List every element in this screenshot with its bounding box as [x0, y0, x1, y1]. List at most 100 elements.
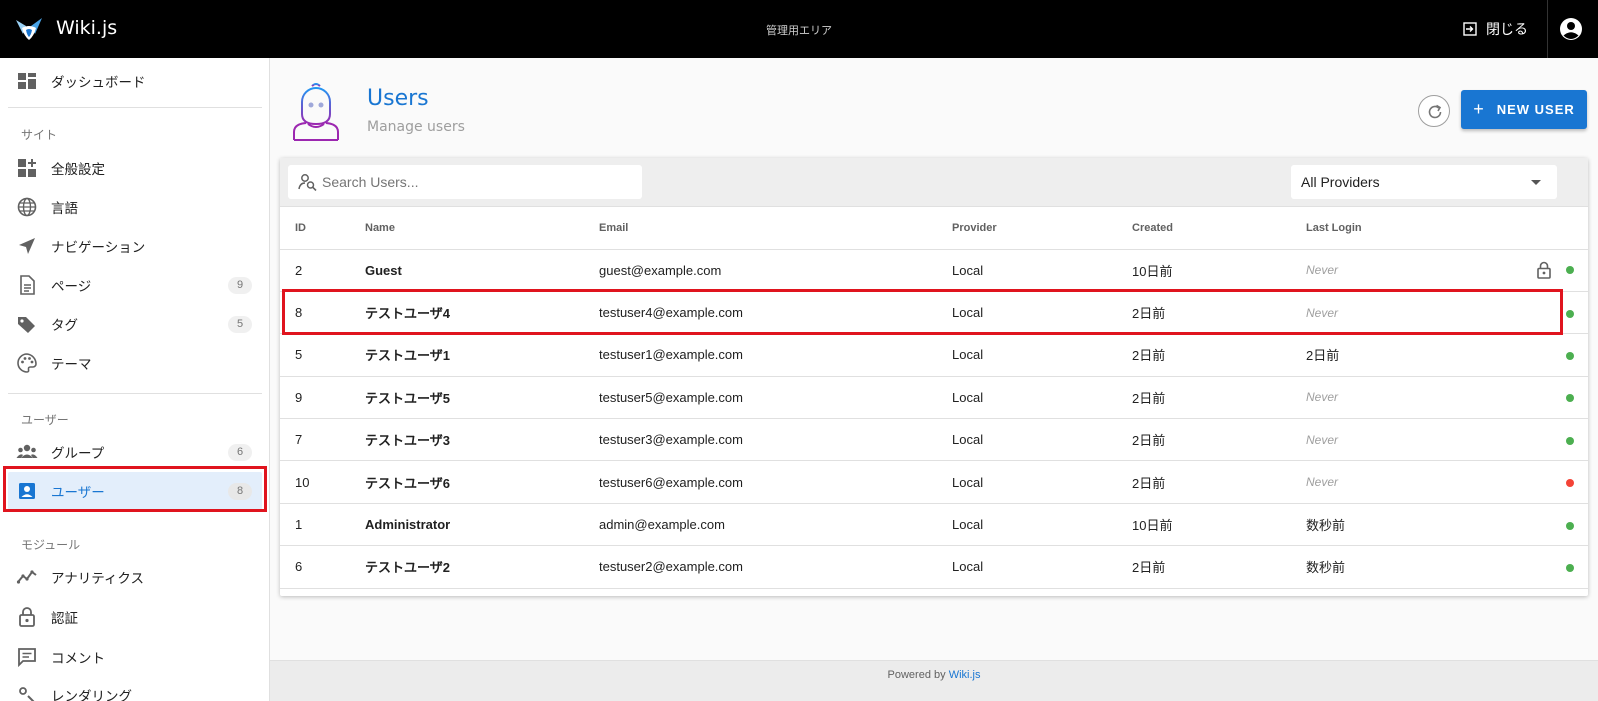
sidebar-item-dashboard[interactable]: ダッシュボード: [8, 62, 262, 100]
search-input[interactable]: [322, 165, 632, 199]
column-header-created[interactable]: Created: [1132, 207, 1306, 250]
user-email-cell: testuser3@example.com: [599, 418, 952, 462]
page-subtitle: Manage users: [367, 119, 465, 135]
user-last-login-cell: 数秒前: [1306, 503, 1506, 547]
user-provider-cell: Local: [952, 249, 1132, 292]
sidebar-item-comments[interactable]: コメント: [8, 638, 262, 676]
admin-sidebar: ダッシュボード サイト 全般設定 言語 ナビゲーション ページ 9 タグ 5 テ…: [0, 58, 270, 701]
user-created-cell: 2日前: [1132, 545, 1306, 589]
user-created-cell: 2日前: [1132, 460, 1306, 504]
user-id-cell: 1: [280, 503, 365, 547]
active-status-dot: [1566, 563, 1574, 572]
user-last-login-cell: 数秒前: [1306, 545, 1506, 589]
navigation-icon: [19, 238, 35, 254]
sidebar-item-analytics[interactable]: アナリティクス: [8, 558, 262, 596]
table-header-row: ID Name Email Provider Created Last Logi…: [280, 207, 1588, 250]
sidebar-item-general[interactable]: 全般設定: [8, 149, 262, 187]
user-id-cell: 6: [280, 545, 365, 589]
table-row[interactable]: 9 テストユーザ5 testuser5@example.com Local 2日前 Nev…: [280, 376, 1588, 420]
sidebar-item-users[interactable]: ユーザー 8: [8, 472, 262, 510]
user-provider-cell: Local: [952, 503, 1132, 547]
lock-icon: [1537, 261, 1551, 279]
table-row[interactable]: 2 Guest guest@example.com Local 10日前 Never: [280, 249, 1588, 292]
sidebar-item-pages[interactable]: ページ 9: [8, 266, 262, 304]
users-toolbar: All Providers: [280, 158, 1588, 207]
column-header-email[interactable]: Email: [599, 207, 952, 250]
sidebar-item-label: 全般設定: [51, 162, 105, 178]
provider-select-value: All Providers: [1301, 174, 1380, 190]
user-status-cell: [1506, 418, 1588, 462]
user-name-cell: テストユーザ4: [365, 291, 599, 335]
new-user-label: NEW USER: [1496, 102, 1575, 117]
provider-select[interactable]: All Providers: [1291, 165, 1557, 199]
column-header-id[interactable]: ID: [280, 207, 365, 250]
close-admin-label: 閉じる: [1486, 22, 1528, 38]
refresh-icon: [1428, 104, 1442, 119]
user-created-cell: 2日前: [1132, 418, 1306, 462]
dropdown-arrow-icon: [1531, 180, 1541, 185]
column-header-provider[interactable]: Provider: [952, 207, 1132, 250]
account-circle-icon[interactable]: [1558, 16, 1584, 42]
new-user-button[interactable]: + NEW USER: [1461, 90, 1587, 129]
top-app-bar: Wiki.js 管理用エリア 閉じる: [0, 0, 1598, 58]
app-title[interactable]: Wiki.js: [56, 17, 117, 39]
table-row[interactable]: 8 テストユーザ4 testuser4@example.com Local 2日前 Nev…: [280, 291, 1588, 335]
sidebar-item-groups[interactable]: グループ 6: [8, 433, 262, 471]
groups-icon: [16, 444, 38, 458]
user-name-cell: Administrator: [365, 503, 599, 547]
sidebar-divider: [8, 393, 262, 394]
table-row[interactable]: 5 テストユーザ1 testuser1@example.com Local 2日前 2日前: [280, 333, 1588, 377]
sidebar-item-label: ページ: [51, 279, 92, 295]
footer-wikijs-link[interactable]: Wiki.js: [949, 669, 981, 681]
user-id-cell: 2: [280, 249, 365, 292]
sidebar-item-tags[interactable]: タグ 5: [8, 305, 262, 343]
user-status-cell: [1506, 333, 1588, 377]
user-status-cell: [1506, 249, 1588, 292]
footer-powered-by: Powered by: [887, 669, 946, 681]
close-admin-button[interactable]: 閉じる: [1462, 17, 1528, 41]
user-email-cell: testuser5@example.com: [599, 376, 952, 420]
sidebar-item-auth[interactable]: 認証: [8, 598, 262, 636]
user-provider-cell: Local: [952, 418, 1132, 462]
sidebar-item-label: タグ: [51, 318, 78, 334]
wikijs-logo-icon[interactable]: [14, 14, 44, 44]
table-row[interactable]: 10 テストユーザ6 testuser6@example.com Local 2日前 Ne…: [280, 460, 1588, 504]
active-status-dot: [1566, 309, 1574, 318]
sidebar-item-rendering[interactable]: レンダリング: [8, 676, 262, 701]
sidebar-item-label: アナリティクス: [51, 571, 145, 587]
sidebar-item-navigation[interactable]: ナビゲーション: [8, 227, 262, 265]
table-row[interactable]: 7 テストユーザ3 testuser3@example.com Local 2日前 Nev…: [280, 418, 1588, 462]
astronaut-users-icon: [293, 83, 339, 141]
user-provider-cell: Local: [952, 376, 1132, 420]
sidebar-item-locale[interactable]: 言語: [8, 188, 262, 226]
exit-icon: [1463, 22, 1477, 36]
column-header-last-login[interactable]: Last Login: [1306, 207, 1506, 250]
user-created-cell: 10日前: [1132, 249, 1306, 292]
page-header: Users Manage users + NEW USER: [270, 58, 1598, 158]
sidebar-item-label: グループ: [51, 446, 105, 462]
user-id-cell: 9: [280, 376, 365, 420]
sidebar-item-theme[interactable]: テーマ: [8, 344, 262, 382]
table-row[interactable]: 1 Administrator admin@example.com Local 10日前…: [280, 503, 1588, 547]
user-provider-cell: Local: [952, 545, 1132, 589]
active-status-dot: [1566, 521, 1574, 530]
user-created-cell: 2日前: [1132, 291, 1306, 335]
column-header-name[interactable]: Name: [365, 207, 599, 250]
sidebar-item-label: ダッシュボード: [51, 75, 146, 91]
admin-area-label: 管理用エリア: [766, 24, 832, 37]
pages-count-badge: 9: [228, 277, 252, 294]
sidebar-item-label: 認証: [51, 611, 78, 627]
user-name-cell: テストユーザ3: [365, 418, 599, 462]
user-name-cell: テストユーザ6: [365, 460, 599, 504]
user-created-cell: 2日前: [1132, 333, 1306, 377]
user-last-login-cell: Never: [1306, 460, 1506, 504]
sidebar-item-label: レンダリング: [51, 689, 132, 701]
column-header-status: [1506, 207, 1588, 250]
user-status-cell: [1506, 503, 1588, 547]
user-email-cell: testuser4@example.com: [599, 291, 952, 335]
search-box[interactable]: [288, 165, 642, 199]
user-last-login-cell: 2日前: [1306, 333, 1506, 377]
table-row[interactable]: 6 テストユーザ2 testuser2@example.com Local 2日前 数秒前: [280, 545, 1588, 589]
refresh-button[interactable]: [1418, 95, 1450, 127]
user-id-cell: 7: [280, 418, 365, 462]
